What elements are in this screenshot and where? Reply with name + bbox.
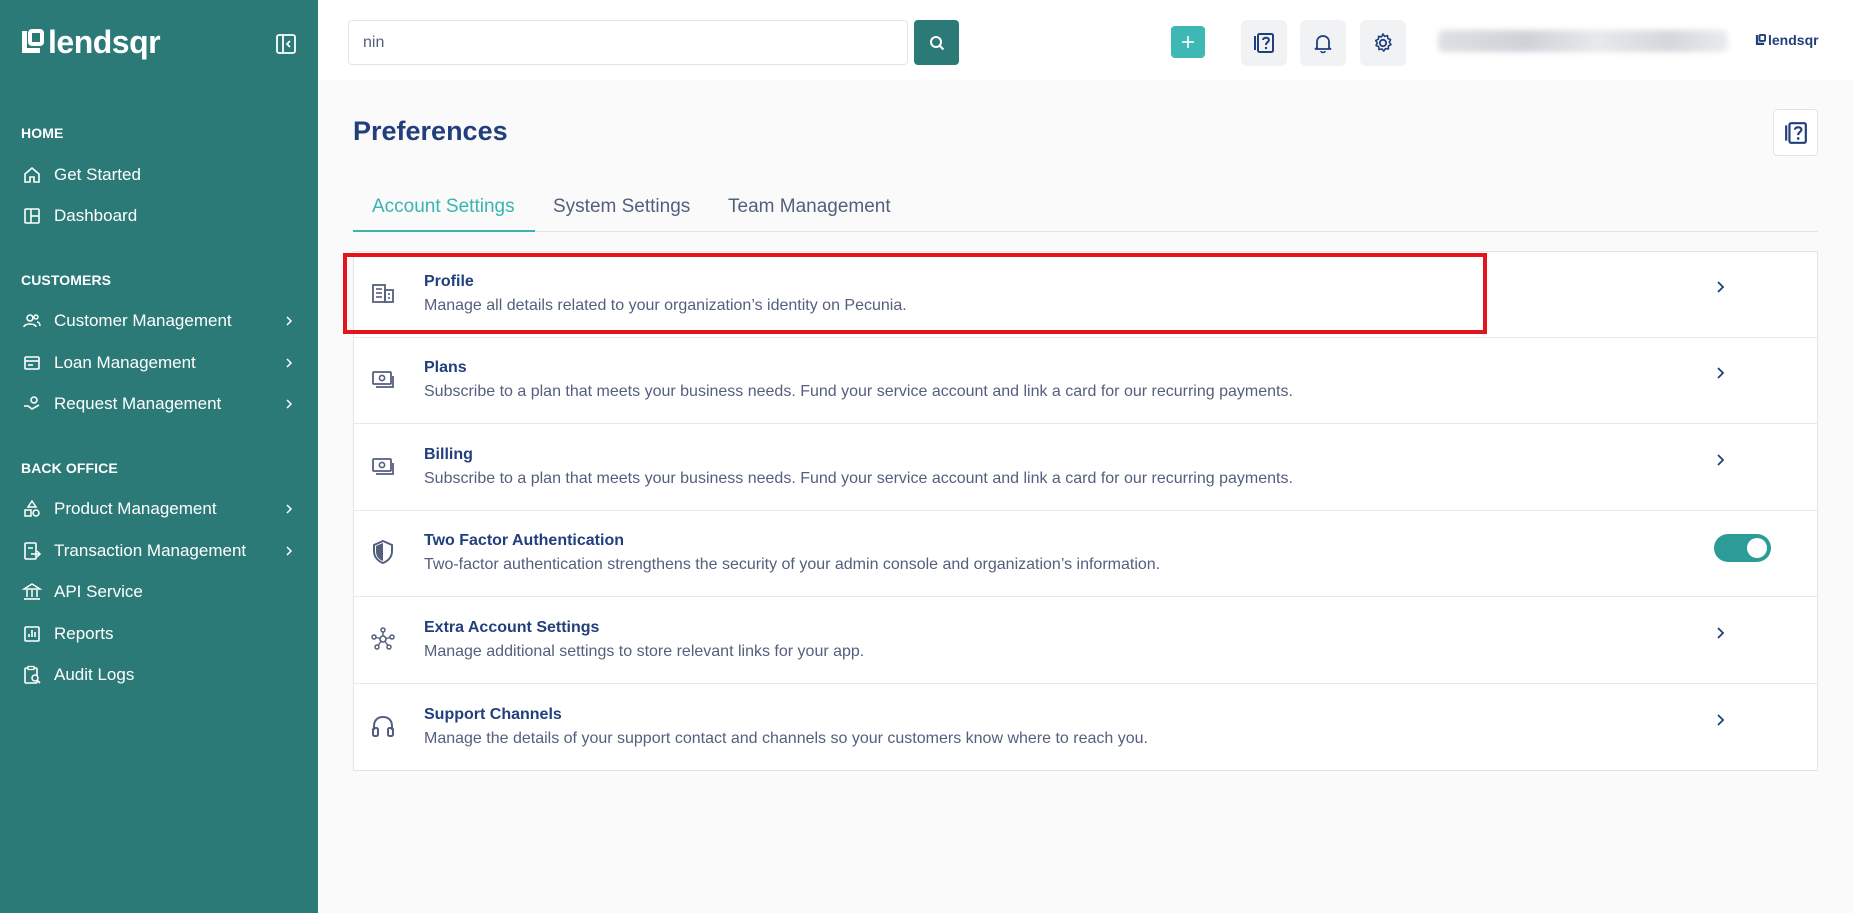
chevron-right-icon [286, 358, 293, 368]
sidebar-item-dashboard[interactable]: Dashboard [0, 198, 318, 234]
chevron-right-icon [1717, 627, 1725, 639]
sidebar-item-label: Reports [54, 624, 114, 643]
toggle-knob [1747, 538, 1767, 558]
chevron-right-icon [286, 316, 293, 326]
section-back-office: BACK OFFICE [21, 460, 118, 476]
top-bar: lendsqr [318, 0, 1853, 80]
sidebar-item-audit-logs[interactable]: Audit Logs [0, 657, 318, 693]
loan-icon [24, 356, 40, 370]
bell-icon [1314, 35, 1332, 54]
setting-title: Extra Account Settings [424, 619, 600, 636]
setting-plans[interactable]: Plans Subscribe to a plan that meets you… [354, 338, 1817, 424]
sidebar-item-reports[interactable]: Reports [0, 616, 318, 652]
chevron-right-icon [1717, 281, 1725, 293]
search-icon [929, 35, 944, 50]
sidebar-item-request-management[interactable]: Request Management [0, 386, 318, 422]
active-tab-indicator [353, 230, 535, 232]
setting-profile[interactable]: Profile Manage all details related to yo… [354, 252, 1817, 338]
two-factor-toggle[interactable] [1714, 534, 1771, 562]
add-button[interactable] [1171, 26, 1205, 58]
setting-title: Two Factor Authentication [424, 532, 624, 549]
chevron-right-icon [286, 399, 293, 409]
page-title: Preferences [353, 116, 508, 146]
settings-button[interactable] [1360, 20, 1406, 66]
plus-icon [1182, 36, 1194, 48]
chevron-right-icon [286, 504, 293, 514]
search-input[interactable] [348, 20, 908, 65]
audit-icon [24, 665, 41, 684]
chevron-right-icon [1717, 454, 1725, 466]
user-menu[interactable] [1438, 30, 1728, 52]
sidebar-item-loan-management[interactable]: Loan Management [0, 345, 318, 381]
sidebar-item-label: Dashboard [54, 206, 138, 225]
header-logo: lendsqr [1755, 32, 1819, 48]
shield-icon [373, 539, 393, 565]
headphones-icon [372, 715, 394, 737]
header-logo-text: lendsqr [1768, 32, 1819, 48]
sidebar-item-label: Request Management [54, 394, 222, 413]
sidebar-item-label: Get Started [54, 165, 141, 184]
sidebar: lendsqr HOME Get Started Dashboard CUSTO… [0, 0, 318, 913]
setting-description: Manage the details of your support conta… [424, 730, 1148, 747]
sidebar-item-label: Transaction Management [54, 541, 247, 560]
sidebar-item-get-started[interactable]: Get Started [0, 157, 318, 193]
bank-icon [22, 583, 42, 600]
help-icon [1254, 33, 1274, 53]
dashboard-icon [24, 208, 40, 224]
sidebar-item-transaction-management[interactable]: Transaction Management [0, 533, 318, 569]
sidebar-item-label: API Service [54, 582, 143, 601]
sidebar-item-product-management[interactable]: Product Management [0, 491, 318, 527]
setting-title: Plans [424, 359, 467, 376]
setting-description: Subscribe to a plan that meets your busi… [424, 383, 1293, 400]
sidebar-item-label: Customer Management [54, 311, 232, 330]
sidebar-item-customer-management[interactable]: Customer Management [0, 303, 318, 339]
help-icon [1784, 121, 1807, 144]
tab-team-management[interactable]: Team Management [728, 196, 891, 218]
network-icon [371, 627, 395, 650]
help-button[interactable] [1241, 20, 1287, 66]
chevron-right-icon [1717, 714, 1725, 726]
money-icon [372, 458, 394, 475]
setting-description: Subscribe to a plan that meets your busi… [424, 470, 1293, 487]
collapse-sidebar-icon[interactable] [275, 33, 297, 55]
logo-icon [1755, 34, 1766, 46]
setting-title: Billing [424, 446, 473, 463]
brand-logo[interactable]: lendsqr [20, 24, 161, 60]
setting-title: Profile [424, 273, 474, 290]
brand-name: lendsqr [48, 24, 161, 60]
setting-title: Support Channels [424, 706, 562, 723]
tab-account-settings[interactable]: Account Settings [372, 196, 515, 218]
transaction-icon [24, 542, 42, 560]
gear-icon [1374, 33, 1392, 52]
product-icon [24, 499, 40, 517]
section-customers: CUSTOMERS [21, 272, 112, 288]
notifications-button[interactable] [1300, 20, 1346, 66]
setting-two-factor-authentication: Two Factor Authentication Two-factor aut… [354, 511, 1817, 597]
logo-icon [22, 29, 44, 53]
setting-support-channels[interactable]: Support Channels Manage the details of y… [354, 685, 1817, 771]
building-icon [372, 284, 394, 303]
tab-bar: Account Settings System Settings Team Ma… [353, 186, 1818, 232]
sidebar-item-api-service[interactable]: API Service [0, 574, 318, 610]
search-button[interactable] [914, 20, 959, 65]
page-help-button[interactable] [1773, 109, 1818, 156]
reports-icon [24, 626, 40, 642]
money-icon [372, 371, 394, 388]
setting-description: Manage all details related to your organ… [424, 297, 907, 314]
sidebar-item-label: Loan Management [54, 353, 196, 372]
setting-billing[interactable]: Billing Subscribe to a plan that meets y… [354, 425, 1817, 511]
sidebar-item-label: Audit Logs [54, 665, 135, 684]
setting-description: Manage additional settings to store rele… [424, 643, 865, 660]
request-icon [24, 396, 40, 410]
chevron-right-icon [1717, 367, 1725, 379]
setting-extra-account-settings[interactable]: Extra Account Settings Manage additional… [354, 598, 1817, 684]
setting-description: Two-factor authentication strengthens th… [424, 556, 1161, 573]
settings-list: Profile Manage all details related to yo… [353, 251, 1818, 771]
home-icon [24, 166, 40, 183]
tab-system-settings[interactable]: System Settings [553, 196, 690, 218]
users-icon [23, 314, 41, 328]
chevron-right-icon [286, 546, 293, 556]
section-home: HOME [21, 125, 64, 141]
sidebar-item-label: Product Management [54, 499, 217, 518]
